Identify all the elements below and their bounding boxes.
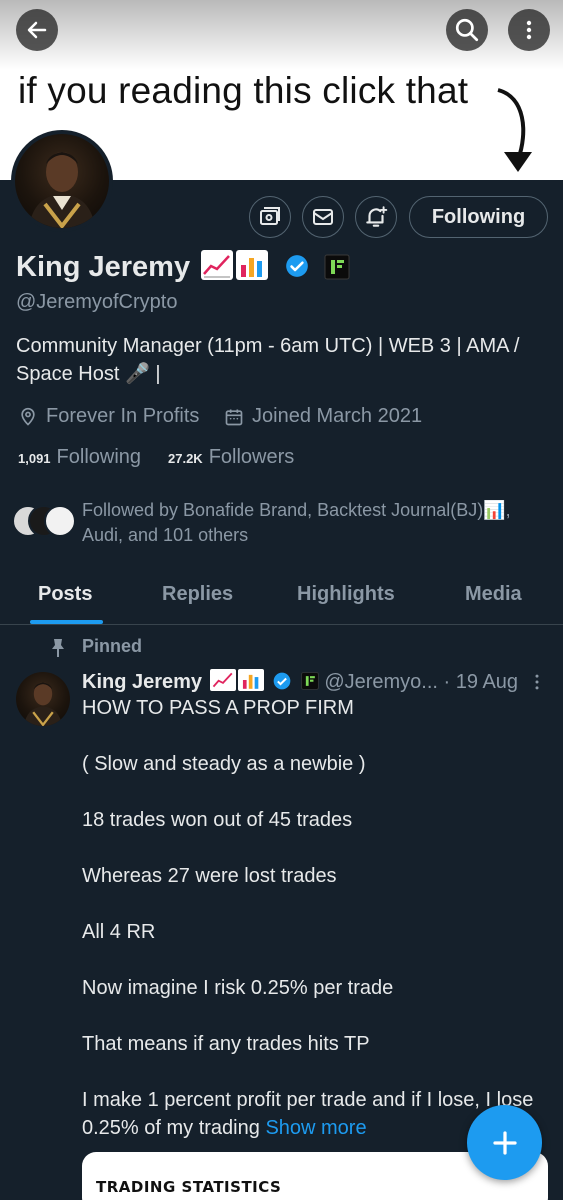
post-header: King Jeremy @Jeremyo... · 19 Aug (82, 669, 518, 694)
chart-increasing-icon (209, 669, 236, 691)
profile-joined: Joined March 2021 (252, 405, 423, 427)
notifications-button[interactable] (355, 196, 397, 238)
joined-row: Joined March 2021 (224, 405, 422, 428)
card-title: TRADING STATISTICS (96, 1178, 282, 1196)
envelope-icon (313, 209, 333, 225)
gallery-icon (260, 207, 280, 225)
post-line: That means if any trades hits TP (82, 1033, 370, 1055)
following-button[interactable]: Following (409, 196, 548, 238)
more-options-button[interactable] (508, 9, 550, 51)
location-pin-icon (21, 407, 35, 426)
back-button[interactable] (16, 9, 58, 51)
subscribe-button[interactable] (249, 196, 291, 238)
profile-name-row: King Jeremy (16, 250, 350, 284)
calendar-icon (225, 409, 243, 425)
post-line: ( Slow and steady as a newbie ) (82, 753, 366, 775)
active-tab-indicator (30, 620, 103, 624)
followers-count: 27.2K (168, 451, 203, 466)
post-more-icon[interactable] (527, 672, 547, 692)
bar-chart-icon (237, 669, 264, 691)
profile-name: King Jeremy (16, 251, 191, 283)
plus-icon (492, 1130, 517, 1155)
compose-post-button[interactable] (467, 1105, 542, 1180)
profile-bio: Community Manager (11pm - 6am UTC) | WEB… (16, 335, 520, 385)
search-icon (455, 18, 479, 42)
tab-replies[interactable]: Replies (162, 583, 233, 606)
pinned-label: Pinned (82, 636, 143, 656)
bar-chart-icon (236, 250, 269, 280)
followed-by-avatars[interactable] (12, 505, 76, 539)
tab-media[interactable]: Media (465, 583, 522, 606)
following-count: 1,091 (18, 451, 51, 466)
followers-stat[interactable]: 27.2K Followers (168, 446, 294, 469)
avatar-portrait (29, 152, 95, 228)
message-button[interactable] (302, 196, 344, 238)
affiliate-badge-icon (324, 254, 350, 280)
location-row: Forever In Profits (18, 405, 199, 428)
more-vertical-icon (526, 20, 532, 40)
profile-location: Forever In Profits (46, 405, 200, 427)
affiliate-badge-icon (301, 672, 319, 690)
profile-handle: @JeremyofCrypto (16, 291, 178, 313)
post-line: HOW TO PASS A PROP FIRM (82, 697, 354, 719)
post-line: All 4 RR (82, 921, 156, 943)
arrow-left-icon (27, 21, 47, 39)
verified-badge-icon (273, 672, 291, 690)
tab-highlights[interactable]: Highlights (297, 583, 395, 606)
verified-badge-icon (286, 255, 309, 277)
avatar-portrait (24, 682, 62, 726)
post-date[interactable]: · 19 Aug (444, 671, 519, 693)
post-author-avatar[interactable] (16, 672, 70, 726)
bell-plus-icon (366, 206, 388, 227)
followers-label: Followers (208, 446, 295, 468)
followed-by-text[interactable]: Followed by Bonafide Brand, Backtest Jou… (82, 498, 552, 548)
post-body[interactable]: HOW TO PASS A PROP FIRM ( Slow and stead… (82, 694, 542, 1142)
post-author-name[interactable]: King Jeremy (82, 671, 202, 693)
curved-arrow-icon (497, 88, 532, 172)
search-button[interactable] (446, 9, 488, 51)
following-stat[interactable]: 1,091 Following (18, 446, 141, 469)
profile-tabs: Posts Replies Highlights Media (0, 565, 563, 625)
chart-increasing-icon (201, 250, 234, 280)
post-line: 18 trades won out of 45 trades (82, 809, 353, 831)
post-author-handle[interactable]: @Jeremyo... (324, 671, 438, 693)
post-line: Whereas 27 were lost trades (82, 865, 337, 887)
post-line: Now imagine I risk 0.25% per trade (82, 977, 394, 999)
profile-avatar[interactable] (11, 130, 113, 232)
banner-text: if you reading this click that (18, 70, 469, 111)
follower-avatar (44, 505, 76, 537)
following-label: Following (56, 446, 142, 468)
tab-posts[interactable]: Posts (38, 583, 92, 606)
show-more-link[interactable]: Show more (265, 1117, 366, 1139)
pin-icon (52, 639, 64, 657)
